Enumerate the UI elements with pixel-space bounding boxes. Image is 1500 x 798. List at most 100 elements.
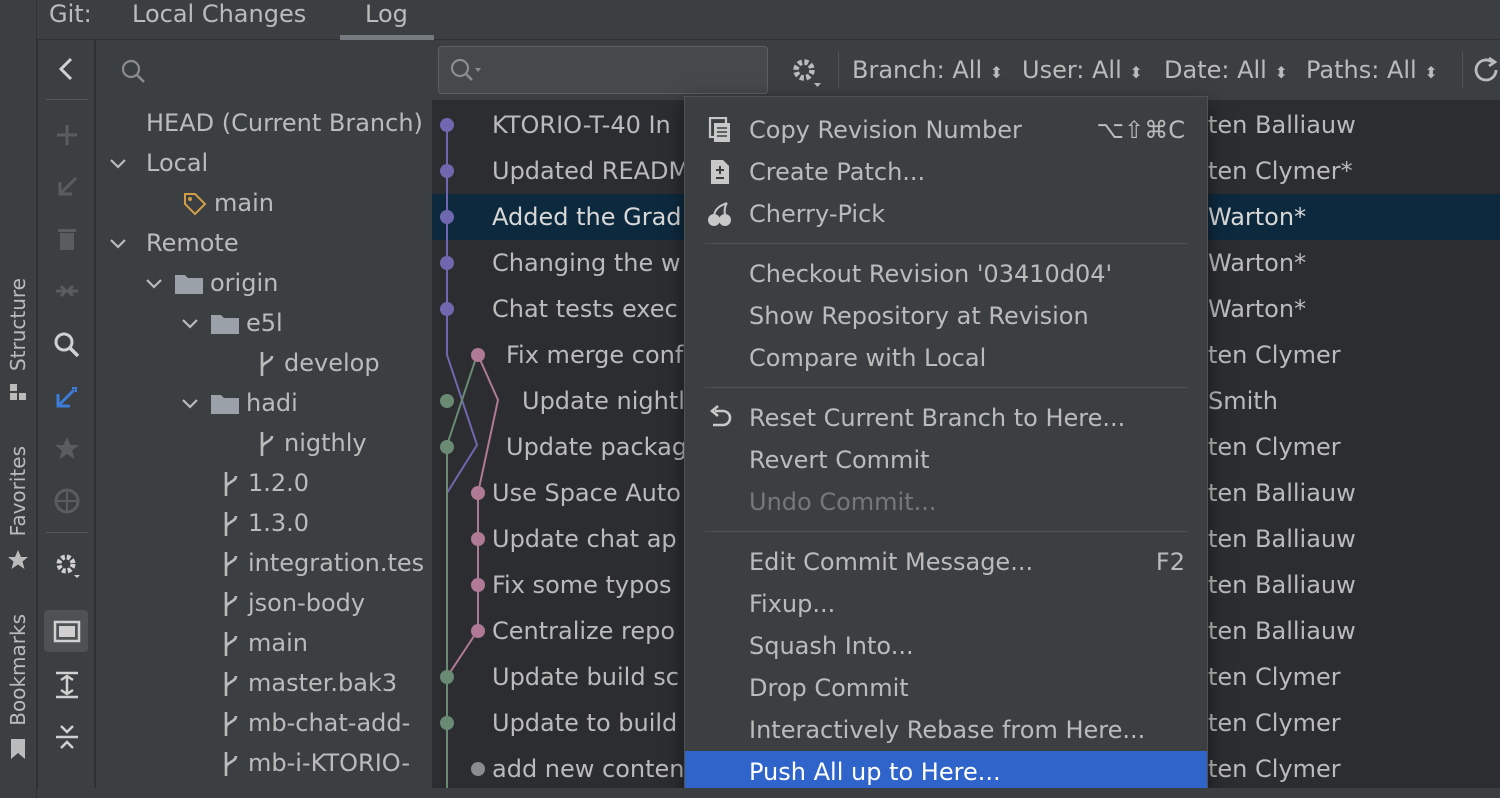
chevron-down-icon[interactable] bbox=[108, 154, 128, 174]
toolbar-separator bbox=[46, 99, 88, 100]
merge-icon[interactable] bbox=[52, 276, 82, 306]
refresh-icon[interactable] bbox=[1472, 56, 1500, 84]
graph-node bbox=[440, 256, 454, 270]
log-search-input[interactable] bbox=[489, 51, 759, 89]
menu-item-label: Show Repository at Revision bbox=[749, 302, 1089, 330]
commit-author: Warton* bbox=[1208, 203, 1307, 231]
commit-author: ten Clymer bbox=[1208, 755, 1341, 783]
chevron-down-icon[interactable] bbox=[108, 234, 128, 254]
menu-item-fixup[interactable]: Fixup... bbox=[685, 583, 1207, 625]
structure-tab-label: Structure bbox=[6, 278, 30, 372]
menu-item-compare-with-local[interactable]: Compare with Local bbox=[685, 337, 1207, 379]
tree-item-develop[interactable]: develop bbox=[256, 343, 380, 383]
menu-item-revert-commit[interactable]: Revert Commit bbox=[685, 439, 1207, 481]
menu-item-reset-branch[interactable]: Reset Current Branch to Here... bbox=[685, 397, 1207, 439]
menu-item-squash-into[interactable]: Squash Into... bbox=[685, 625, 1207, 667]
branch-icon bbox=[260, 432, 274, 456]
graph-node bbox=[440, 210, 454, 224]
tree-item-remote-main[interactable]: main bbox=[220, 623, 308, 663]
settings-icon[interactable] bbox=[52, 550, 82, 580]
tree-item-remote[interactable]: Remote bbox=[108, 223, 239, 263]
tree-item-1-2-0[interactable]: 1.2.0 bbox=[220, 463, 309, 503]
fetch-icon[interactable] bbox=[52, 172, 82, 202]
tree-item-master-bak3[interactable]: master.bak3 bbox=[220, 663, 397, 703]
log-search-field[interactable] bbox=[438, 46, 768, 94]
menu-item-push-all-up-to-here[interactable]: Push All up to Here... bbox=[685, 751, 1207, 793]
add-icon[interactable] bbox=[52, 120, 82, 150]
target-icon[interactable] bbox=[52, 486, 82, 516]
tree-item-1-3-0[interactable]: 1.3.0 bbox=[220, 503, 309, 543]
tree-item-local[interactable]: Local bbox=[108, 143, 208, 183]
branch-filter[interactable]: Branch: All ⬍ bbox=[852, 40, 1003, 100]
tree-item-mb-i-ktorio[interactable]: mb-i-KTORIO- bbox=[220, 743, 410, 783]
tree-item-head[interactable]: HEAD (Current Branch) bbox=[146, 103, 423, 143]
tree-item-mb-chat-add[interactable]: mb-chat-add- bbox=[220, 703, 410, 743]
menu-item-edit-commit-message[interactable]: Edit Commit Message... F2 bbox=[685, 541, 1207, 583]
date-filter[interactable]: Date: All ⬍ bbox=[1164, 40, 1288, 100]
tree-item-e5l[interactable]: e5l bbox=[180, 303, 283, 343]
branch-icon bbox=[224, 512, 238, 536]
tree-item-label: origin bbox=[210, 269, 279, 297]
graph-node bbox=[471, 532, 485, 546]
patch-icon bbox=[711, 160, 729, 184]
tree-item-json-body[interactable]: json-body bbox=[220, 583, 365, 623]
git-tool-window-header: Git: Local Changes Log bbox=[37, 0, 1500, 40]
search-icon[interactable] bbox=[52, 330, 82, 360]
menu-separator bbox=[705, 531, 1187, 532]
commit-author: ten Balliauw bbox=[1208, 479, 1356, 507]
group-icon[interactable] bbox=[52, 616, 82, 646]
tree-item-origin[interactable]: origin bbox=[144, 263, 278, 303]
bookmarks-tab-label: Bookmarks bbox=[6, 614, 30, 726]
expand-all-icon[interactable] bbox=[52, 670, 82, 700]
branch-icon bbox=[224, 752, 238, 776]
favorite-icon[interactable] bbox=[52, 434, 82, 464]
date-filter-label: Date: All bbox=[1164, 56, 1267, 84]
graph-node bbox=[440, 440, 454, 454]
back-arrow-icon[interactable] bbox=[52, 54, 82, 84]
structure-tab[interactable]: Structure bbox=[6, 278, 30, 371]
favorites-star-icon bbox=[8, 550, 28, 569]
collapse-all-icon[interactable] bbox=[52, 722, 82, 752]
tab-local-changes[interactable]: Local Changes bbox=[132, 0, 306, 40]
bookmarks-tab[interactable]: Bookmarks bbox=[6, 614, 30, 726]
menu-item-show-repository[interactable]: Show Repository at Revision bbox=[685, 295, 1207, 337]
cherry-icon bbox=[708, 202, 731, 226]
tree-item-nigthly[interactable]: nigthly bbox=[256, 423, 367, 463]
commit-author: Warton* bbox=[1208, 249, 1307, 277]
favorites-tab[interactable]: Favorites bbox=[6, 446, 30, 536]
menu-item-cherry-pick[interactable]: Cherry-Pick bbox=[685, 193, 1207, 235]
bottom-status-strip bbox=[37, 788, 1500, 798]
folder-icon bbox=[175, 275, 203, 294]
log-filter-bar: Branch: All ⬍ User: All ⬍ Date: All ⬍ Pa… bbox=[432, 40, 1500, 100]
tree-search-icon bbox=[121, 59, 145, 83]
branches-toolbar bbox=[38, 40, 95, 798]
tab-log[interactable]: Log bbox=[365, 0, 408, 40]
commit-author: ten Balliauw bbox=[1208, 617, 1356, 645]
favorites-tab-label: Favorites bbox=[6, 446, 30, 537]
structure-icon bbox=[10, 384, 26, 400]
search-history-icon[interactable] bbox=[449, 57, 485, 85]
commit-author: Smith bbox=[1208, 387, 1278, 415]
user-filter[interactable]: User: All ⬍ bbox=[1022, 40, 1143, 100]
chevron-down-icon[interactable] bbox=[144, 274, 164, 294]
tree-item-label: main bbox=[214, 189, 274, 217]
menu-item-label: Copy Revision Number bbox=[749, 116, 1022, 144]
tree-item-local-main[interactable]: main bbox=[182, 183, 274, 223]
graph-branch-green bbox=[446, 354, 478, 798]
tree-item-integration[interactable]: integration.tes bbox=[220, 543, 424, 583]
update-icon[interactable] bbox=[52, 382, 82, 412]
menu-item-checkout-revision[interactable]: Checkout Revision '03410d04' bbox=[685, 253, 1207, 295]
tree-search-input[interactable] bbox=[156, 50, 416, 90]
log-settings-icon[interactable] bbox=[788, 54, 824, 88]
paths-filter[interactable]: Paths: All ⬍ bbox=[1306, 40, 1438, 100]
menu-item-interactive-rebase[interactable]: Interactively Rebase from Here... bbox=[685, 709, 1207, 751]
chevron-down-icon[interactable] bbox=[180, 314, 200, 334]
menu-item-create-patch[interactable]: Create Patch... bbox=[685, 151, 1207, 193]
paths-filter-label: Paths: All bbox=[1306, 56, 1417, 84]
delete-icon[interactable] bbox=[52, 224, 82, 254]
chevron-down-icon[interactable] bbox=[180, 394, 200, 414]
menu-item-drop-commit[interactable]: Drop Commit bbox=[685, 667, 1207, 709]
menu-item-copy-revision-number[interactable]: Copy Revision Number ⌥⇧⌘C bbox=[685, 109, 1207, 151]
tree-item-hadi[interactable]: hadi bbox=[180, 383, 298, 423]
tree-item-label: json-body bbox=[248, 589, 366, 617]
